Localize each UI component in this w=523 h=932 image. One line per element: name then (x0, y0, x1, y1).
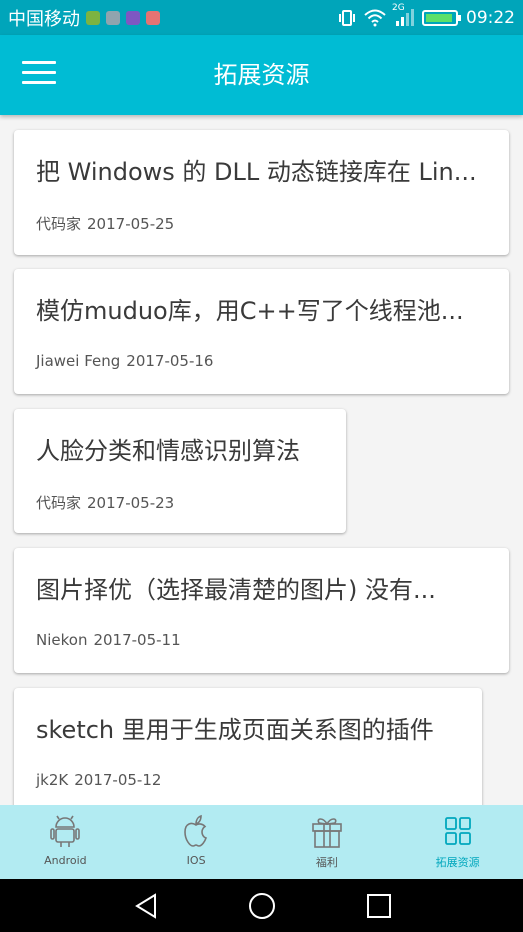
article-meta: 代码家 2017-05-25 (36, 213, 174, 234)
gift-icon (312, 818, 342, 848)
notification-gallery-icon (106, 10, 120, 25)
notification-purple-icon (126, 10, 140, 25)
tab-welfare[interactable]: 福利 (262, 805, 393, 879)
status-bar: 中国移动 2G 09:22 (0, 0, 523, 35)
tab-label: 拓展资源 (435, 856, 480, 869)
tab-label: 福利 (315, 856, 338, 869)
status-time: 09:22 (466, 7, 515, 28)
wifi-icon (364, 9, 386, 26)
tab-android[interactable]: Android (0, 805, 131, 879)
article-title: 把 Windows 的 DLL 动态链接库在 Lin... (36, 158, 477, 186)
status-left: 中国移动 (8, 5, 160, 31)
tab-ios[interactable]: IOS (131, 805, 262, 879)
tab-resources[interactable]: 拓展资源 (392, 805, 523, 879)
page-title: 拓展资源 (213, 61, 310, 89)
article-title: 模仿muduo库，用C++写了个线程池... (36, 297, 464, 325)
notification-red-icon (146, 10, 160, 25)
grid-icon (444, 817, 471, 845)
back-triangle-icon[interactable] (133, 893, 159, 919)
hamburger-menu-icon[interactable] (22, 61, 56, 89)
article-list[interactable]: 把 Windows 的 DLL 动态链接库在 Lin... 代码家 2017-05… (0, 115, 523, 805)
article-meta: 代码家 2017-05-23 (36, 492, 174, 513)
android-icon (50, 815, 81, 847)
article-author: Jiawei Feng (36, 352, 121, 370)
article-meta: jk2K 2017-05-12 (36, 771, 161, 789)
article-meta: Niekon 2017-05-11 (36, 631, 181, 649)
tab-label: Android (44, 854, 87, 867)
system-nav-bar (0, 879, 523, 932)
bottom-nav: Android IOS 福利 拓展资源 (0, 805, 523, 879)
article-title: 人脸分类和情感识别算法 (36, 437, 300, 465)
home-circle-icon[interactable] (248, 892, 276, 920)
article-date: 2017-05-11 (93, 631, 181, 649)
app-bar: 拓展资源 (0, 35, 523, 115)
article-card[interactable]: sketch 里用于生成页面关系图的插件 jk2K 2017-05-12 (14, 688, 482, 805)
article-date: 2017-05-23 (87, 494, 175, 512)
article-card[interactable]: 模仿muduo库，用C++写了个线程池... Jiawei Feng 2017-0… (14, 269, 509, 394)
article-date: 2017-05-12 (74, 771, 162, 789)
article-author: 代码家 (36, 215, 82, 233)
article-author: 代码家 (36, 494, 82, 512)
carrier-name: 中国移动 (8, 8, 80, 30)
article-author: Niekon (36, 631, 88, 649)
apple-icon (184, 814, 208, 847)
network-type: 2G (392, 2, 405, 13)
tab-label: IOS (186, 854, 206, 867)
vibrate-icon (339, 9, 355, 26)
article-title: sketch 里用于生成页面关系图的插件 (36, 716, 434, 744)
article-card[interactable]: 图片择优（选择最清楚的图片) 没有... Niekon 2017-05-11 (14, 548, 509, 673)
status-right: 2G 09:22 (338, 3, 515, 28)
article-card[interactable]: 人脸分类和情感识别算法 代码家 2017-05-23 (14, 409, 346, 533)
article-date: 2017-05-25 (87, 215, 175, 233)
article-card[interactable]: 把 Windows 的 DLL 动态链接库在 Lin... 代码家 2017-05… (14, 130, 509, 255)
article-meta: Jiawei Feng 2017-05-16 (36, 352, 213, 370)
notification-green-icon (86, 10, 100, 25)
article-date: 2017-05-16 (126, 352, 214, 370)
article-author: jk2K (36, 771, 69, 789)
battery-charging-icon (422, 9, 461, 26)
article-title: 图片择优（选择最清楚的图片) 没有... (36, 576, 436, 604)
recents-square-icon[interactable] (366, 893, 392, 919)
